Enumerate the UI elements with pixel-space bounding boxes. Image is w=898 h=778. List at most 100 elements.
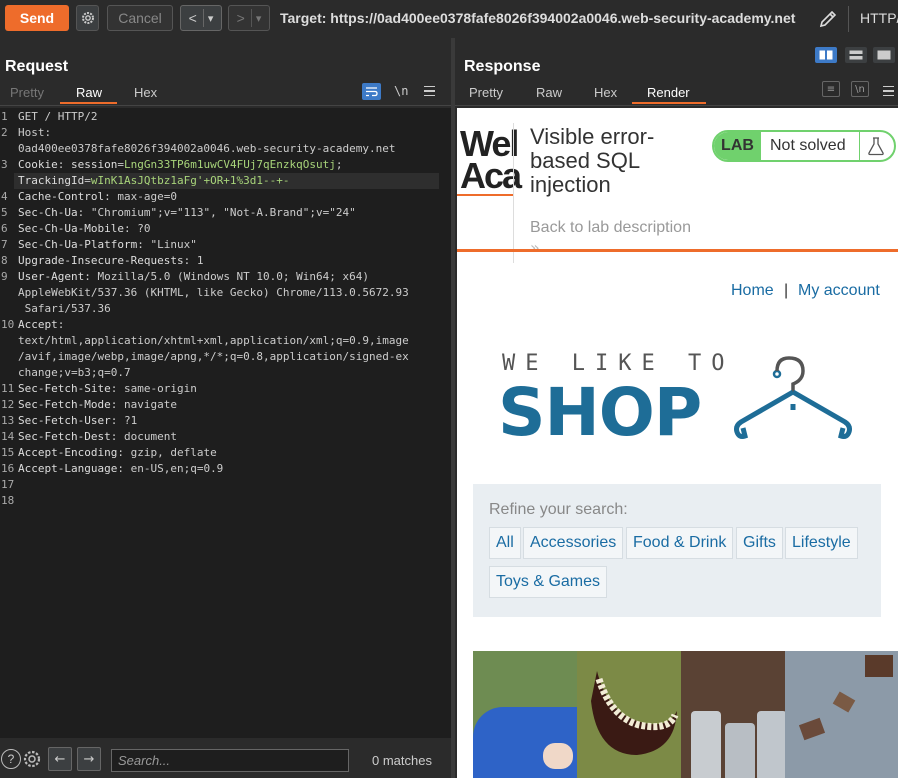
tabs-divider (0, 105, 451, 106)
product-image[interactable] (681, 651, 785, 778)
request-pane: Request Pretty Raw Hex \n 1 GET / HTTP/2 2… (0, 38, 451, 778)
show-newlines-toggle: \n (851, 81, 869, 97)
request-line: change;v=b3;q=0.7 (18, 366, 131, 379)
lab-title: Visible error-based SQL injection (530, 124, 655, 197)
settings-gear-icon[interactable] (76, 5, 99, 31)
shop-wordmark: SHOP (498, 374, 702, 451)
response-title: Response (464, 58, 541, 75)
previous-match-arrow-icon[interactable]: ← (48, 747, 72, 771)
line-number: 5 (1, 206, 8, 219)
line-number: 15 (1, 446, 15, 459)
lab-badge-label: LAB (714, 132, 761, 160)
request-editor[interactable]: 1 GET / HTTP/2 2 Host: 0ad400ee0378fafe8026f… (0, 108, 451, 738)
request-line: Accept-Encoding: gzip, deflate (18, 446, 217, 459)
request-line: Accept-Language: en-US,en;q=0.9 (18, 462, 224, 475)
request-line: TrackingId=wInK1AsJQtbz1aFg'+OR+1%3d1--+… (18, 174, 290, 187)
http-protocol-label[interactable]: HTTP/ (860, 10, 898, 26)
refine-label: Refine your search: (489, 501, 628, 518)
category-all-link[interactable]: All (489, 527, 521, 559)
request-line: text/html,application/xhtml+xml,applicat… (18, 334, 409, 347)
category-gifts-link[interactable]: Gifts (736, 527, 783, 559)
line-number: 8 (1, 254, 8, 267)
main-toolbar: Send Cancel < ▾ > ▾ Target: https://0ad4… (0, 0, 898, 38)
line-number: 6 (1, 222, 8, 235)
lab-status-text: Not solved (770, 137, 846, 154)
tab-pretty[interactable]: Pretty (469, 85, 503, 100)
edit-target-pencil-icon[interactable] (817, 8, 839, 30)
target-url: Target: https://0ad400ee0378fafe8026f394… (280, 10, 796, 26)
tab-raw[interactable]: Raw (76, 85, 102, 100)
tab-render[interactable]: Render (647, 85, 690, 100)
line-number: 10 (1, 318, 15, 331)
request-menu-icon[interactable] (424, 86, 435, 96)
request-line: Safari/537.36 (18, 302, 111, 315)
header-orange-rule (457, 249, 898, 252)
product-image[interactable] (577, 651, 681, 778)
nav-separator: | (784, 282, 789, 299)
forward-arrow-icon: > (236, 10, 245, 26)
request-line: Host: (18, 126, 52, 139)
product-image[interactable] (473, 651, 577, 778)
request-line: Cookie: session=LngGn33TP6m1uwCV4FUj7qEn… (18, 158, 343, 171)
back-chevrons-icon: » (530, 238, 540, 257)
layout-single-icon[interactable] (873, 47, 895, 63)
word-wrap-icon[interactable] (362, 83, 381, 100)
line-number: 4 (1, 190, 8, 203)
nav-home-link[interactable]: Home (731, 282, 774, 300)
layout-side-by-side-icon[interactable] (815, 47, 837, 63)
request-line: Cache-Control: max-age=0 (18, 190, 177, 203)
cancel-button[interactable]: Cancel (107, 5, 173, 31)
forward-dropdown-icon[interactable]: ▾ (256, 12, 262, 25)
product-image[interactable] (785, 651, 898, 778)
tab-hex[interactable]: Hex (594, 85, 617, 100)
category-food-drink-link[interactable]: Food & Drink (626, 527, 734, 559)
request-line: AppleWebKit/537.36 (KHTML, like Gecko) C… (18, 286, 409, 299)
search-settings-gear-icon[interactable] (22, 749, 42, 769)
request-line: Sec-Fetch-User: ?1 (18, 414, 138, 427)
next-match-arrow-icon[interactable]: → (77, 747, 101, 771)
help-icon[interactable]: ? (1, 749, 21, 769)
response-menu-icon[interactable] (883, 86, 894, 96)
category-lifestyle-link[interactable]: Lifestyle (785, 527, 858, 559)
show-newlines-toggle[interactable]: \n (394, 84, 408, 98)
nav-my-account-link[interactable]: My account (798, 282, 880, 300)
academy-logo[interactable]: Wel Aca (460, 126, 522, 194)
request-title: Request (5, 58, 69, 75)
line-number: 17 (1, 478, 15, 491)
lab-status-badge: LAB Not solved (712, 130, 896, 162)
tab-hex[interactable]: Hex (134, 85, 157, 100)
request-line: Sec-Fetch-Mode: navigate (18, 398, 177, 411)
request-line: Accept: (18, 318, 65, 331)
back-arrow-icon: < (188, 10, 197, 26)
logo-underline (457, 194, 514, 196)
layout-stacked-icon[interactable] (845, 47, 867, 63)
line-number: 2 (1, 126, 8, 139)
request-line: Sec-Ch-Ua-Platform: "Linux" (18, 238, 197, 251)
request-line: /avif,image/webp,image/apng,*/*;q=0.8,ap… (18, 350, 409, 363)
request-line: 0ad400ee0378fafe8026f394002a0046.web-sec… (18, 142, 396, 155)
active-tab-indicator (60, 102, 117, 104)
rendered-page: Wel Aca Visible error-based SQL injectio… (457, 108, 898, 778)
back-history-button[interactable]: < ▾ (180, 5, 222, 31)
back-to-lab-link[interactable]: Back to lab description (530, 219, 691, 237)
send-button[interactable]: Send (5, 5, 69, 31)
line-number: 16 (1, 462, 15, 475)
forward-history-button[interactable]: > ▾ (228, 5, 270, 31)
tab-pretty[interactable]: Pretty (10, 85, 44, 100)
category-accessories-link[interactable]: Accessories (523, 527, 624, 559)
line-number: 13 (1, 414, 15, 427)
shop-tagline: WE LIKE TO (502, 351, 735, 376)
tab-raw[interactable]: Raw (536, 85, 562, 100)
flask-icon (868, 137, 884, 156)
request-line: Sec-Ch-Ua: "Chromium";v="113", "Not-A.Br… (18, 206, 356, 219)
request-line: Upgrade-Insecure-Requests: 1 (18, 254, 204, 267)
word-wrap-icon: ≡ (822, 81, 840, 97)
search-input[interactable]: Search... (111, 749, 349, 772)
category-toys-games-link[interactable]: Toys & Games (489, 566, 608, 598)
active-tab-indicator (632, 102, 706, 104)
back-dropdown-icon[interactable]: ▾ (208, 12, 214, 25)
request-line: Sec-Fetch-Dest: document (18, 430, 177, 443)
request-line: Sec-Ch-Ua-Mobile: ?0 (18, 222, 151, 235)
response-pane: Response Pretty Raw Hex Render ≡ \n Wel … (455, 38, 898, 778)
refine-search-panel: Refine your search: All Accessories Food… (473, 484, 881, 617)
